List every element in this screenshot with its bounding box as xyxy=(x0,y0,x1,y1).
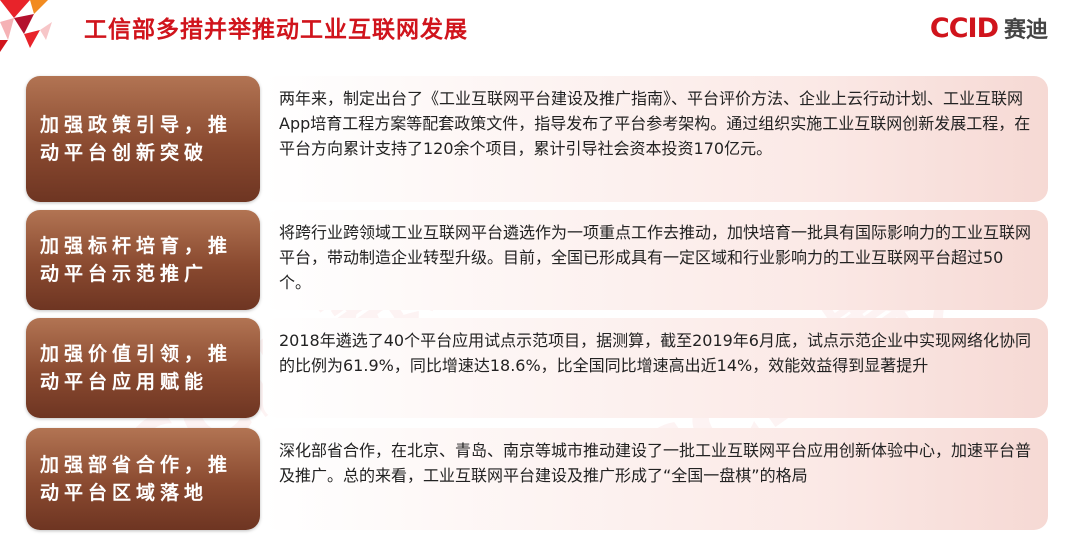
info-row: 加强部省合作，推动平台区域落地 深化部省合作，在北京、青岛、南京等城市推动建设了… xyxy=(26,428,1048,530)
row-label-box: 加强标杆培育，推动平台示范推广 xyxy=(26,210,260,310)
row-label-box: 加强政策引导，推动平台创新突破 xyxy=(26,76,260,202)
row-content: 将跨行业跨领域工业互联网平台遴选作为一项重点工作去推动，加快培育一批具有国际影响… xyxy=(279,223,1032,292)
page-title: 工信部多措并举推动工业互联网发展 xyxy=(84,17,468,43)
row-content-box: 深化部省合作，在北京、青岛、南京等城市推动建设了一批工业互联网平台应用创新体验中… xyxy=(263,428,1048,530)
row-content: 2018年遴选了40个平台应用试点示范项目，据测算，截至2019年6月底，试点示… xyxy=(279,331,1031,375)
row-content: 两年来，制定出台了《工业互联网平台建设及推广指南》、平台评价方法、企业上云行动计… xyxy=(279,89,1031,158)
row-content-box: 将跨行业跨领域工业互联网平台遴选作为一项重点工作去推动，加快培育一批具有国际影响… xyxy=(263,210,1048,310)
row-content-box: 2018年遴选了40个平台应用试点示范项目，据测算，截至2019年6月底，试点示… xyxy=(263,318,1048,418)
logo-text: 赛迪 xyxy=(1003,18,1048,43)
row-content-box: 两年来，制定出台了《工业互联网平台建设及推广指南》、平台评价方法、企业上云行动计… xyxy=(263,76,1048,202)
row-content: 深化部省合作，在北京、青岛、南京等城市推动建设了一批工业互联网平台应用创新体验中… xyxy=(279,441,1032,485)
info-row: 加强价值引领，推动平台应用赋能 2018年遴选了40个平台应用试点示范项目，据测… xyxy=(26,318,1048,418)
corner-decoration xyxy=(0,0,52,52)
row-label: 加强部省合作，推动平台区域落地 xyxy=(40,454,233,504)
info-row: 加强政策引导，推动平台创新突破 两年来，制定出台了《工业互联网平台建设及推广指南… xyxy=(26,76,1048,202)
logo-mark: CCID xyxy=(929,12,999,44)
row-label: 加强标杆培育，推动平台示范推广 xyxy=(40,235,233,285)
info-row: 加强标杆培育，推动平台示范推广 将跨行业跨领域工业互联网平台遴选作为一项重点工作… xyxy=(26,210,1048,310)
row-label-box: 加强部省合作，推动平台区域落地 xyxy=(26,428,260,530)
row-label: 加强价值引领，推动平台应用赋能 xyxy=(40,343,233,393)
row-label: 加强政策引导，推动平台创新突破 xyxy=(40,114,233,164)
row-label-box: 加强价值引领，推动平台应用赋能 xyxy=(26,318,260,418)
ccid-logo: CCID 赛迪 xyxy=(930,12,1048,44)
